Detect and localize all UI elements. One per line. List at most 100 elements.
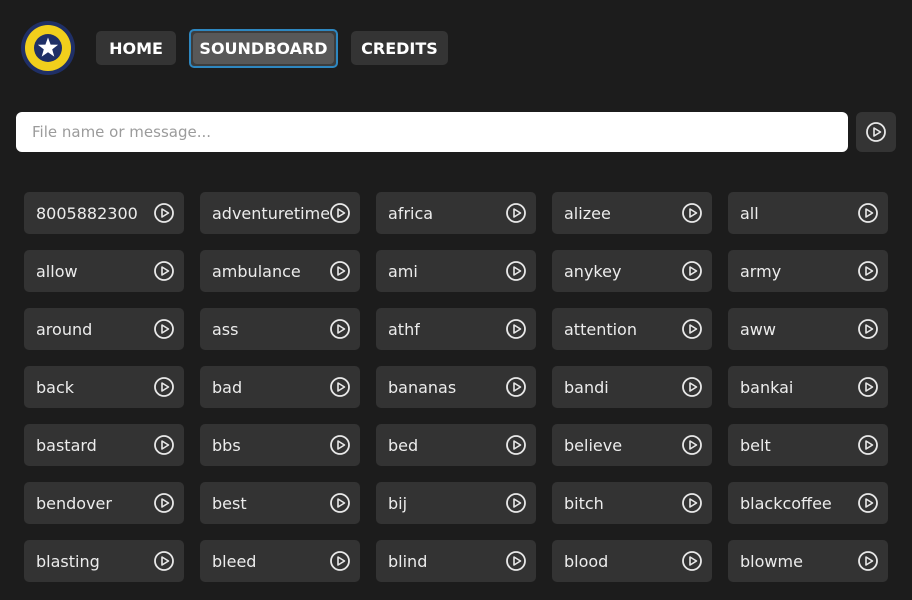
sound-button[interactable]: blind [376,540,536,582]
play-circle-icon [505,260,527,282]
sound-label: bendover [36,493,112,513]
sound-label: bastard [36,435,97,455]
sound-label: bed [388,435,419,455]
sound-label: attention [564,319,637,339]
sound-button[interactable]: bbs [200,424,360,466]
logo-badge [25,25,71,71]
sound-button[interactable]: ambulance [200,250,360,292]
sound-button[interactable]: alizee [552,192,712,234]
sound-button[interactable]: bij [376,482,536,524]
sound-button[interactable]: blood [552,540,712,582]
sound-button[interactable]: allow [24,250,184,292]
play-circle-icon [857,202,879,224]
play-circle-icon [681,202,703,224]
search-input[interactable] [16,112,848,152]
play-circle-icon [329,260,351,282]
sound-button[interactable]: attention [552,308,712,350]
logo[interactable] [21,21,75,75]
sound-label: believe [564,435,623,455]
nav-soundboard-label: SOUNDBOARD [193,33,334,64]
nav-credits-button[interactable]: CREDITS [351,31,448,65]
play-circle-icon [857,376,879,398]
sound-label: blackcoffee [740,493,832,513]
play-circle-icon [329,434,351,456]
sound-button[interactable]: bandi [552,366,712,408]
sound-button[interactable]: adventuretime [200,192,360,234]
sound-label: around [36,319,93,339]
play-circle-icon [681,376,703,398]
play-circle-icon [153,260,175,282]
sound-button[interactable]: ass [200,308,360,350]
nav-soundboard-button[interactable]: SOUNDBOARD [189,29,338,68]
sound-button[interactable]: bleed [200,540,360,582]
sound-button[interactable]: back [24,366,184,408]
sound-label: bbs [212,435,241,455]
play-circle-icon [681,492,703,514]
sound-button[interactable]: believe [552,424,712,466]
sound-button[interactable]: blackcoffee [728,482,888,524]
sound-label: anykey [564,261,622,281]
sound-button[interactable]: belt [728,424,888,466]
sound-button[interactable]: around [24,308,184,350]
sound-label: blood [564,551,609,571]
sound-label: best [212,493,247,513]
sound-label: athf [388,319,420,339]
sound-label: 8005882300 [36,203,138,223]
sound-button[interactable]: blasting [24,540,184,582]
sound-button[interactable]: bastard [24,424,184,466]
sound-button[interactable]: bananas [376,366,536,408]
sound-label: adventuretime [212,203,329,223]
play-circle-icon [857,260,879,282]
sound-label: ami [388,261,418,281]
sound-label: bandi [564,377,609,397]
sound-button[interactable]: blowme [728,540,888,582]
sound-button[interactable]: bed [376,424,536,466]
sound-button[interactable]: ami [376,250,536,292]
sound-label: bankai [740,377,794,397]
sound-label: ambulance [212,261,301,281]
play-circle-icon [857,318,879,340]
sound-button[interactable]: athf [376,308,536,350]
star-icon [34,34,62,62]
sound-label: bij [388,493,408,513]
sound-button[interactable]: bad [200,366,360,408]
sound-label: allow [36,261,78,281]
play-circle-icon [153,550,175,572]
play-circle-icon [153,202,175,224]
play-circle-icon [505,434,527,456]
sound-button[interactable]: best [200,482,360,524]
sound-button[interactable]: anykey [552,250,712,292]
sound-button[interactable]: bitch [552,482,712,524]
sound-button[interactable]: all [728,192,888,234]
play-circle-icon [505,202,527,224]
play-circle-icon [329,550,351,572]
sound-grid: 8005882300 adventuretime africa alizee all al… [24,192,888,582]
play-circle-icon [857,550,879,572]
sound-button[interactable]: aww [728,308,888,350]
play-circle-icon [681,318,703,340]
sound-button[interactable]: army [728,250,888,292]
sound-label: alizee [564,203,611,223]
play-circle-icon [329,376,351,398]
search-play-button[interactable] [856,112,896,152]
play-circle-icon [153,318,175,340]
sound-label: blowme [740,551,803,571]
play-circle-icon [153,492,175,514]
play-circle-icon [866,122,886,142]
nav-home-button[interactable]: HOME [96,31,176,65]
sound-button[interactable]: africa [376,192,536,234]
sound-label: ass [212,319,239,339]
play-circle-icon [329,492,351,514]
sound-label: bleed [212,551,257,571]
play-circle-icon [329,202,351,224]
sound-label: blind [388,551,428,571]
sound-button[interactable]: 8005882300 [24,192,184,234]
sound-label: belt [740,435,771,455]
sound-label: back [36,377,75,397]
sound-button[interactable]: bankai [728,366,888,408]
play-circle-icon [153,376,175,398]
play-circle-icon [329,318,351,340]
sound-button[interactable]: bendover [24,482,184,524]
play-circle-icon [681,550,703,572]
play-circle-icon [681,434,703,456]
